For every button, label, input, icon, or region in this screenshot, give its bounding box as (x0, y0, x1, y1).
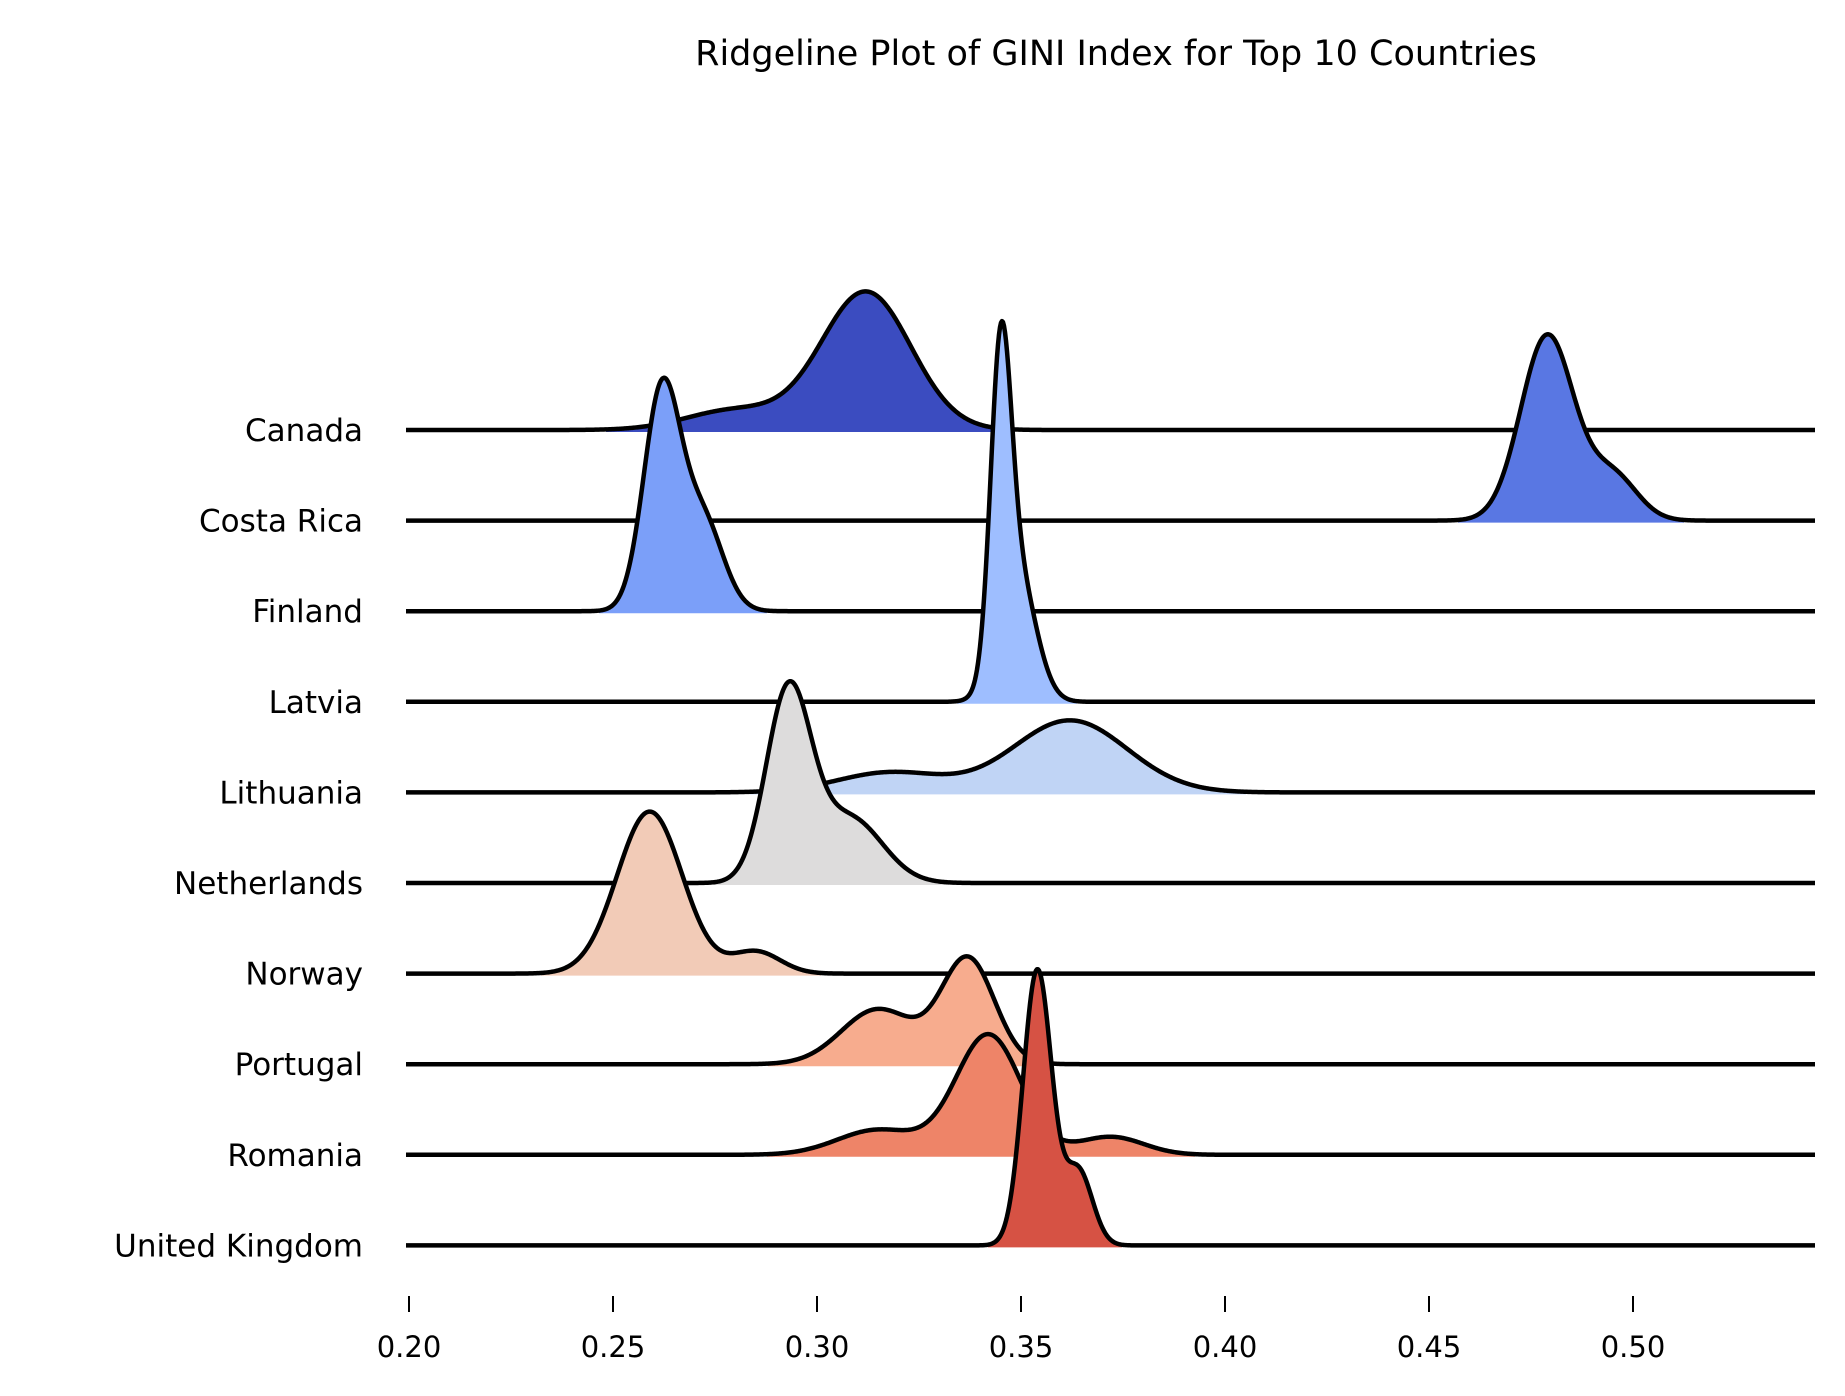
ridge-line-united-kingdom (404, 967, 1817, 1248)
y-label-latvia: Latvia (269, 685, 363, 721)
y-axis-labels: Canada Costa Rica Finland Latvia Lithuania Ne… (114, 413, 363, 1264)
ridge-canada (404, 289, 1817, 433)
ridge-united-kingdom (404, 967, 1817, 1248)
y-label-costa-rica: Costa Rica (199, 504, 363, 540)
y-label-romania: Romania (227, 1138, 363, 1174)
x-tick-label: 0.40 (1193, 1330, 1258, 1364)
chart-title: Ridgeline Plot of GINI Index for Top 10 … (695, 34, 1537, 74)
ridge-line-canada (404, 289, 1817, 433)
ridgeline-chart: Ridgeline Plot of GINI Index for Top 10 … (114, 34, 1817, 1364)
x-tick-label: 0.50 (1601, 1330, 1666, 1364)
ridge-romania (404, 1031, 1817, 1158)
ridge-line-romania (404, 1031, 1817, 1158)
x-tick-label: 0.25 (581, 1330, 646, 1364)
ridge-norway (404, 809, 1817, 976)
y-label-lithuania: Lithuania (219, 775, 363, 811)
x-axis: 0.20 0.25 0.30 0.35 0.40 0.45 0.50 (377, 1296, 1666, 1364)
y-label-united-kingdom: United Kingdom (114, 1228, 363, 1264)
x-tick-label: 0.45 (1397, 1330, 1462, 1364)
y-label-finland: Finland (252, 594, 363, 630)
ridge-lithuania (404, 718, 1817, 795)
x-tick-label: 0.20 (377, 1330, 442, 1364)
ridges-group (404, 289, 1817, 1248)
y-label-netherlands: Netherlands (174, 866, 363, 902)
x-tick-label: 0.35 (989, 1330, 1054, 1364)
y-label-portugal: Portugal (235, 1047, 363, 1083)
x-tick-label: 0.30 (785, 1330, 850, 1364)
y-label-norway: Norway (245, 957, 363, 993)
y-label-canada: Canada (245, 413, 363, 449)
